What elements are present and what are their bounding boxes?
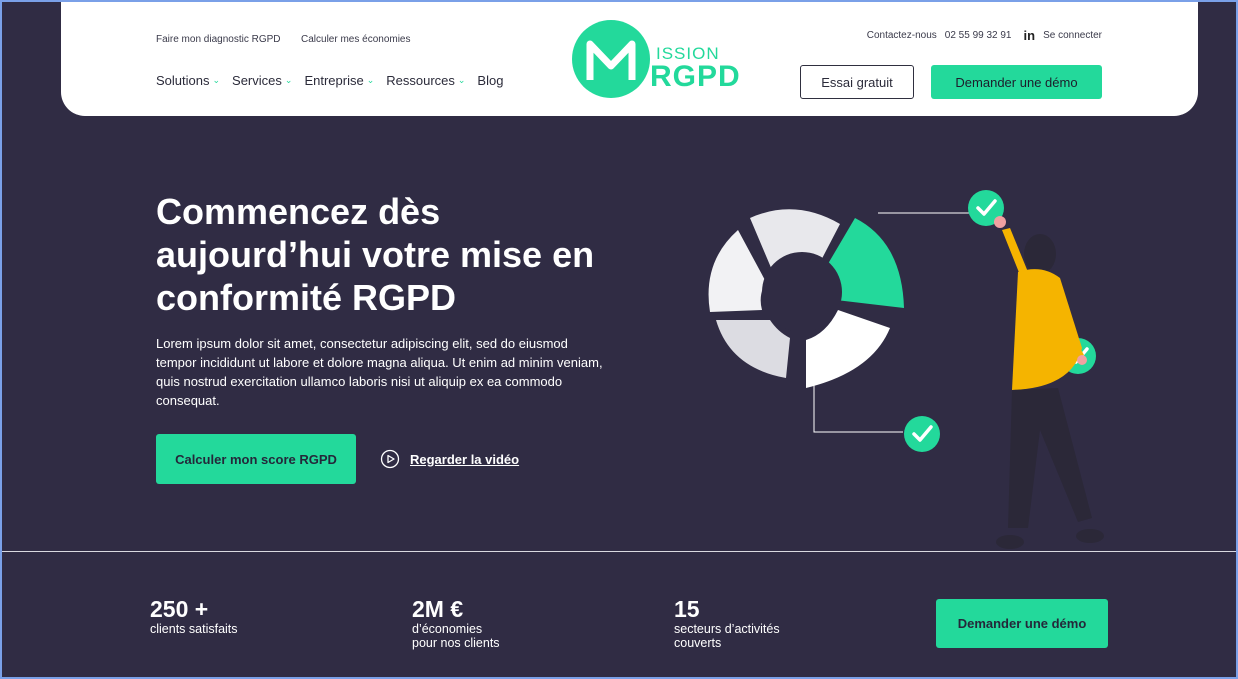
hero-title: Commencez dès aujourd’hui votre mise en … [156, 191, 595, 318]
menu-item-entreprise[interactable]: Entreprise ⌄ [304, 73, 374, 88]
logo-m-icon [572, 20, 650, 98]
linkedin-icon[interactable]: in [1024, 28, 1036, 43]
calculate-score-button[interactable]: Calculer mon score RGPD [156, 434, 356, 484]
play-icon [380, 449, 400, 469]
phone-number[interactable]: 02 55 99 32 91 [945, 30, 1012, 41]
main-menu: Solutions ⌄ Services ⌄ Entreprise ⌄ Ress… [156, 73, 503, 88]
demo-request-button-bottom[interactable]: Demander une démo [936, 599, 1108, 648]
chevron-down-icon: ⌄ [366, 75, 375, 85]
chevron-down-icon: ⌄ [212, 75, 221, 85]
stat-value: 15 [674, 596, 700, 622]
stat-label: secteurs d’activités [674, 622, 780, 636]
check-circle-icon [904, 416, 940, 452]
contact-link[interactable]: Contactez-nous [867, 30, 937, 41]
section-divider [0, 551, 1238, 552]
watch-video-link[interactable]: Regarder la vidéo [380, 449, 519, 469]
diagnostic-link[interactable]: Faire mon diagnostic RGPD [156, 34, 281, 45]
chevron-down-icon: ⌄ [284, 75, 293, 85]
stat-label: d’économies [412, 622, 483, 636]
brand-logo[interactable]: ISSION RGPD [572, 20, 742, 98]
menu-item-label: Ressources [386, 73, 455, 88]
contact-bar: Contactez-nous 02 55 99 32 91 in Se conn… [867, 28, 1102, 43]
top-navbar: Faire mon diagnostic RGPD Calculer mes é… [61, 0, 1198, 116]
stat-value: 2M € [412, 596, 464, 622]
video-link-label: Regarder la vidéo [410, 451, 520, 467]
stat-value: 250 + [150, 596, 209, 622]
donut-chart-graphic [708, 209, 904, 388]
menu-item-blog[interactable]: Blog [477, 73, 503, 88]
menu-item-solutions[interactable]: Solutions ⌄ [156, 73, 220, 88]
person-figure [994, 216, 1104, 549]
stat-label: clients satisfaits [150, 622, 238, 636]
menu-item-label: Blog [477, 73, 504, 88]
menu-item-label: Services [232, 73, 282, 88]
menu-item-ressources[interactable]: Ressources ⌄ [386, 73, 465, 88]
hero-description: Lorem ipsum dolor sit amet, consectetur … [156, 336, 603, 408]
chevron-down-icon: ⌄ [457, 75, 466, 85]
compliance-illustration [708, 190, 1104, 549]
stat-savings: 2M € d’économies pour nos clients [412, 596, 500, 650]
stat-label: pour nos clients [412, 636, 500, 650]
stat-clients: 250 + clients satisfaits [150, 596, 238, 636]
menu-item-label: Entreprise [304, 73, 364, 88]
menu-item-services[interactable]: Services ⌄ [232, 73, 292, 88]
logo-brand: RGPD [650, 60, 741, 93]
login-link[interactable]: Se connecter [1043, 30, 1102, 41]
stat-sectors: 15 secteurs d’activités couverts [674, 596, 780, 650]
menu-item-label: Solutions [156, 73, 210, 88]
savings-link[interactable]: Calculer mes économies [301, 34, 411, 45]
stat-label: couverts [674, 636, 722, 650]
free-trial-button[interactable]: Essai gratuit [800, 65, 914, 99]
demo-request-button[interactable]: Demander une démo [931, 65, 1102, 99]
